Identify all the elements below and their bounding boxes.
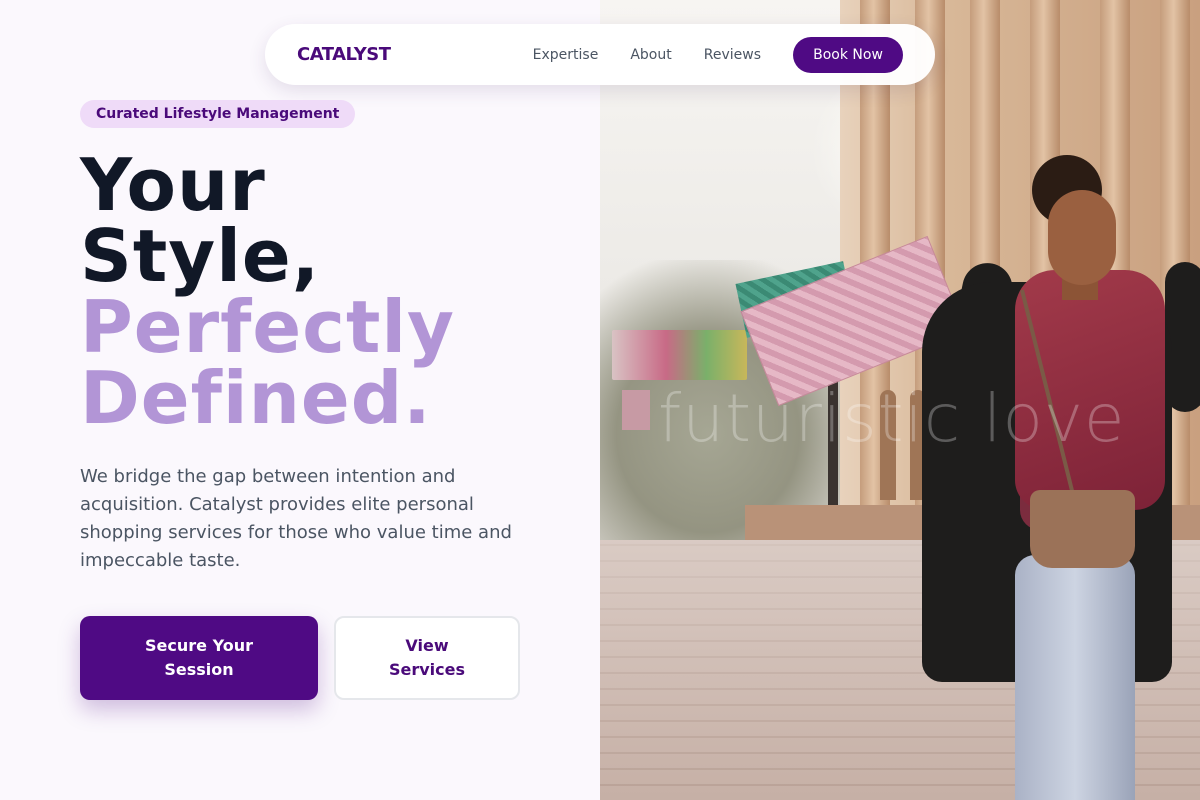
headline-line: Style,	[80, 214, 321, 298]
secure-session-button[interactable]: Secure Your Session	[80, 616, 318, 700]
top-navbar: CATALYST Expertise About Reviews Book No…	[265, 24, 935, 85]
nav-link-about[interactable]: About	[630, 47, 671, 63]
photo-crossbody-bag	[1030, 490, 1135, 568]
photo-scarf	[1015, 270, 1165, 510]
headline-accent-line: Defined.	[80, 356, 432, 440]
headline-line: Your	[80, 143, 266, 227]
hero-description: We bridge the gap between intention and …	[80, 466, 512, 571]
photo-sign	[622, 390, 650, 430]
hero-headline: Your Style, Perfectly Defined.	[80, 143, 455, 440]
photo-lamp-post	[828, 375, 838, 505]
photo-billboard	[612, 330, 747, 380]
photo-jeans	[1015, 555, 1135, 800]
headline-accent-line: Perfectly	[80, 285, 455, 369]
nav-link-reviews[interactable]: Reviews	[704, 47, 761, 63]
hero-image: futuristic love	[600, 0, 1200, 800]
category-badge: Curated Lifestyle Management	[80, 100, 356, 128]
book-now-button[interactable]: Book Now	[793, 36, 903, 73]
brand-logo[interactable]: CATALYST	[297, 44, 391, 65]
photo-arch	[880, 390, 896, 500]
nav-links: Expertise About Reviews Book Now	[533, 36, 903, 73]
view-services-button[interactable]: View Services	[334, 616, 520, 700]
photo-face	[1048, 190, 1116, 285]
nav-link-expertise[interactable]: Expertise	[533, 47, 599, 63]
